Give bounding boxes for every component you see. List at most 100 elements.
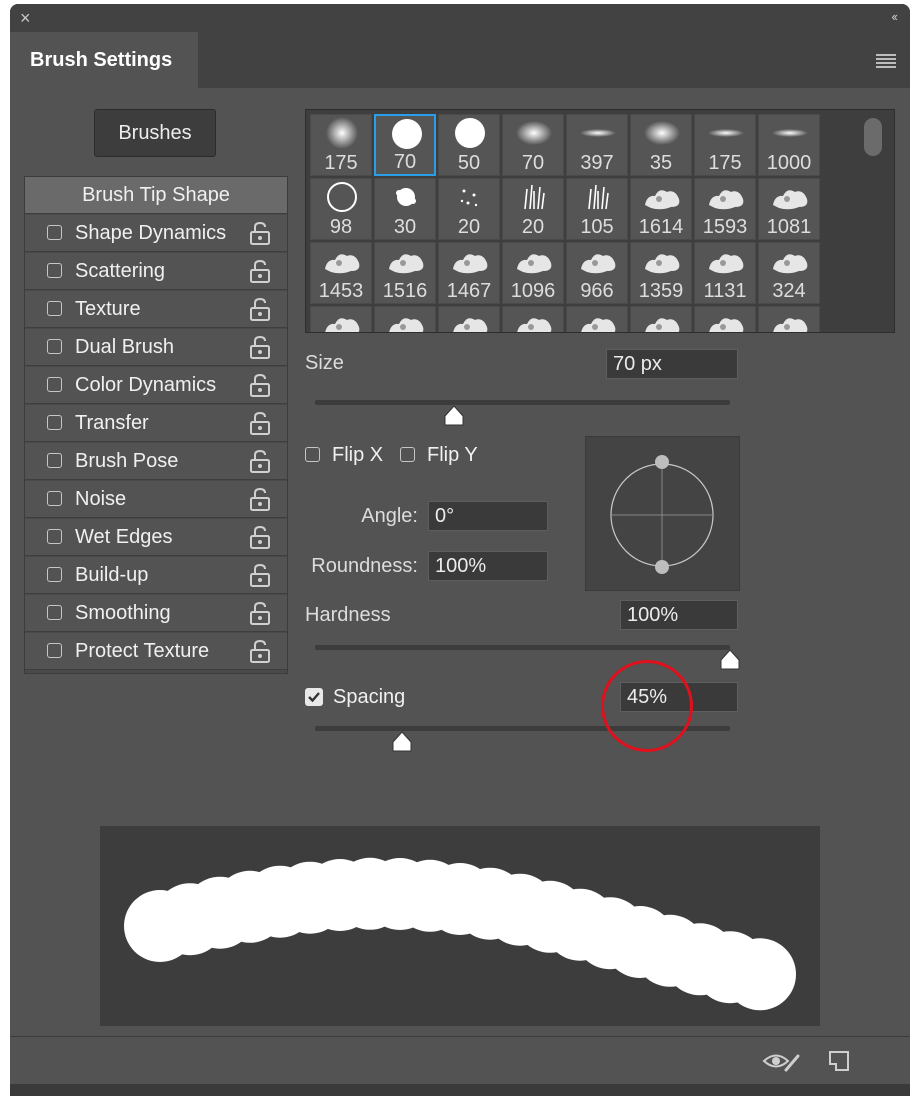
sidebar-item-color-dynamics[interactable]: Color Dynamics <box>25 367 287 404</box>
scattering-checkbox[interactable] <box>47 263 62 278</box>
sidebar-item-dual-brush[interactable]: Dual Brush <box>25 329 287 366</box>
angle-input[interactable]: 0° <box>428 501 548 531</box>
brush-tip-cell[interactable]: 1593 <box>694 178 756 240</box>
brush-tip-cell[interactable]: 1096 <box>502 242 564 304</box>
brush-tip-cell[interactable] <box>502 306 564 332</box>
brush-tip-cell[interactable] <box>566 306 628 332</box>
collapse-icon[interactable]: ‹‹ <box>891 9 898 24</box>
transfer-checkbox[interactable] <box>47 415 62 430</box>
brush-tip-cell[interactable]: 966 <box>566 242 628 304</box>
brush-tip-cell[interactable]: 175 <box>694 114 756 176</box>
sidebar-item-smoothing[interactable]: Smoothing <box>25 595 287 632</box>
unlock-icon[interactable] <box>249 449 271 473</box>
brush-tip-hard-icon <box>455 118 485 148</box>
brush-tip-cell[interactable]: 20 <box>438 178 500 240</box>
unlock-icon[interactable] <box>249 335 271 359</box>
brush-tip-line-icon <box>580 129 616 137</box>
brush-tip-cell[interactable]: 1359 <box>630 242 692 304</box>
brush-tip-cell[interactable] <box>374 306 436 332</box>
unlock-icon[interactable] <box>249 563 271 587</box>
brush-tip-cell[interactable]: 397 <box>566 114 628 176</box>
brush-tip-cell[interactable]: 1000 <box>758 114 820 176</box>
brush-tip-cell[interactable]: 105 <box>566 178 628 240</box>
size-slider-track[interactable] <box>315 400 730 405</box>
roundness-input[interactable]: 100% <box>428 551 548 581</box>
sidebar-item-build-up[interactable]: Build-up <box>25 557 287 594</box>
size-slider-thumb[interactable] <box>442 404 466 428</box>
flip-x-checkbox[interactable] <box>305 447 320 462</box>
brush-tip-cell[interactable] <box>630 306 692 332</box>
sidebar-item-texture[interactable]: Texture <box>25 291 287 328</box>
spacing-slider-thumb[interactable] <box>390 730 414 754</box>
wet-edges-checkbox[interactable] <box>47 529 62 544</box>
color-dynamics-checkbox[interactable] <box>47 377 62 392</box>
hardness-slider-track[interactable] <box>315 645 730 650</box>
unlock-icon[interactable] <box>249 411 271 435</box>
brush-tip-cell[interactable]: 324 <box>758 242 820 304</box>
unlock-icon[interactable] <box>249 373 271 397</box>
roundness-label: Roundness: <box>311 555 418 577</box>
brush-tip-cloud-icon <box>581 254 616 274</box>
sidebar-item-transfer[interactable]: Transfer <box>25 405 287 442</box>
sidebar-item-label: Shape Dynamics <box>75 222 227 244</box>
brush-tip-cell[interactable]: 1453 <box>310 242 372 304</box>
brush-tip-cell[interactable]: 1467 <box>438 242 500 304</box>
brush-tip-size: 70 <box>521 152 545 174</box>
unlock-icon[interactable] <box>249 601 271 625</box>
brush-tip-cell[interactable]: 20 <box>502 178 564 240</box>
sidebar-item-brush-tip-shape[interactable]: Brush Tip Shape <box>25 177 287 214</box>
sidebar-item-shape-dynamics[interactable]: Shape Dynamics <box>25 215 287 252</box>
tab-brush-settings[interactable]: Brush Settings <box>10 32 198 88</box>
brush-tip-cell[interactable]: 1516 <box>374 242 436 304</box>
size-input[interactable]: 70 px <box>606 349 738 379</box>
close-icon[interactable]: × <box>20 8 31 28</box>
brush-tip-cell[interactable]: 35 <box>630 114 692 176</box>
unlock-icon[interactable] <box>249 525 271 549</box>
brush-tip-cell[interactable]: 50 <box>438 114 500 176</box>
brush-tip-cell[interactable]: 30 <box>374 178 436 240</box>
panel-menu-icon[interactable] <box>876 54 896 68</box>
sidebar-item-protect-texture[interactable]: Protect Texture <box>25 633 287 670</box>
brush-tip-cell[interactable]: 70 <box>374 114 436 176</box>
noise-checkbox[interactable] <box>47 491 62 506</box>
shape-dynamics-checkbox[interactable] <box>47 225 62 240</box>
brush-tip-size: 1614 <box>638 216 684 238</box>
new-brush-icon[interactable] <box>828 1050 850 1072</box>
brush-tip-cell[interactable]: 1131 <box>694 242 756 304</box>
unlock-icon[interactable] <box>249 639 271 663</box>
brush-tip-cell[interactable] <box>694 306 756 332</box>
grid-scrollbar[interactable] <box>864 118 882 156</box>
brush-tip-cell[interactable] <box>310 306 372 332</box>
brushes-button[interactable]: Brushes <box>94 109 216 157</box>
sidebar-item-brush-pose[interactable]: Brush Pose <box>25 443 287 480</box>
brush-tip-cell[interactable]: 70 <box>502 114 564 176</box>
brush-tip-cloud-icon <box>581 318 616 332</box>
dual-brush-checkbox[interactable] <box>47 339 62 354</box>
flip-y-checkbox[interactable] <box>400 447 415 462</box>
hardness-input[interactable]: 100% <box>620 600 738 630</box>
brush-options-sidebar: Brush Tip Shape Shape Dynamics Scattering T… <box>24 176 288 674</box>
smoothing-checkbox[interactable] <box>47 605 62 620</box>
unlock-icon[interactable] <box>249 487 271 511</box>
texture-checkbox[interactable] <box>47 301 62 316</box>
angle-roundness-widget[interactable] <box>585 436 740 591</box>
brush-tip-cell[interactable] <box>758 306 820 332</box>
unlock-icon[interactable] <box>249 259 271 283</box>
sidebar-item-scattering[interactable]: Scattering <box>25 253 287 290</box>
brush-tip-cell[interactable] <box>438 306 500 332</box>
brush-tip-cell[interactable]: 1081 <box>758 178 820 240</box>
brush-tip-cell[interactable]: 175 <box>310 114 372 176</box>
unlock-icon[interactable] <box>249 297 271 321</box>
spacing-checkbox[interactable] <box>305 688 323 706</box>
protect-texture-checkbox[interactable] <box>47 643 62 658</box>
brush-pose-checkbox[interactable] <box>47 453 62 468</box>
sidebar-item-noise[interactable]: Noise <box>25 481 287 518</box>
eye-brush-icon[interactable] <box>762 1048 802 1074</box>
brush-tip-cell[interactable]: 98 <box>310 178 372 240</box>
sidebar-item-wet-edges[interactable]: Wet Edges <box>25 519 287 556</box>
unlock-icon[interactable] <box>249 221 271 245</box>
brush-tip-cell[interactable]: 1614 <box>630 178 692 240</box>
hardness-slider-thumb[interactable] <box>718 648 742 672</box>
brush-tip-size: 30 <box>393 216 417 238</box>
build-up-checkbox[interactable] <box>47 567 62 582</box>
